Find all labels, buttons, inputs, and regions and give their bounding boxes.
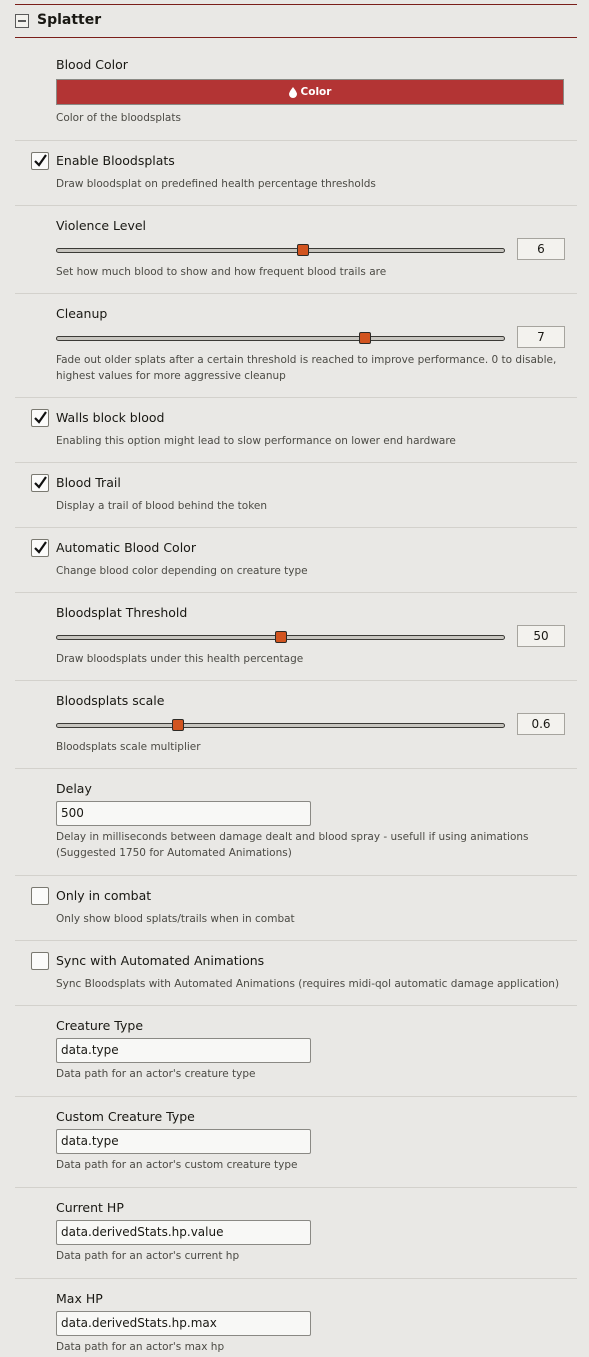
blood-trail-checkbox[interactable] <box>31 474 49 492</box>
setting-hint: Display a trail of blood behind the toke… <box>56 500 268 512</box>
setting-label: Max HP <box>56 1291 103 1306</box>
violence-level-slider[interactable] <box>56 244 505 256</box>
max-hp-input[interactable]: data.derivedStats.hp.max <box>56 1311 311 1336</box>
checkmark-icon <box>34 476 47 489</box>
color-button-label: Color <box>300 86 332 98</box>
top-divider <box>15 4 577 5</box>
creature-type-input[interactable]: data.type <box>56 1038 311 1063</box>
delay-input[interactable]: 500 <box>56 801 311 826</box>
current-hp-input[interactable]: data.derivedStats.hp.value <box>56 1220 311 1245</box>
setting-max-hp: Max HP data.derivedStats.hp.max Data pat… <box>15 1279 577 1357</box>
setting-hint: Data path for an actor's creature type <box>56 1068 256 1080</box>
automatic-blood-color-checkbox[interactable] <box>31 539 49 557</box>
setting-label: Bloodsplat Threshold <box>56 605 188 620</box>
blood-color-button[interactable]: Color <box>56 79 564 105</box>
setting-walls-block-blood: Walls block blood Enabling this option m… <box>15 398 577 463</box>
setting-label: Walls block blood <box>56 410 165 425</box>
slider-thumb[interactable] <box>171 719 184 731</box>
setting-hint: Draw bloodsplat on predefined health per… <box>56 178 376 190</box>
setting-violence-level: Violence Level 6 Set how much blood to s… <box>15 206 577 294</box>
slider-thumb[interactable] <box>274 631 287 643</box>
cleanup-value[interactable]: 7 <box>517 326 565 348</box>
slider-thumb[interactable] <box>359 332 372 344</box>
setting-label: Enable Bloodsplats <box>56 153 175 168</box>
enable-bloodsplats-checkbox[interactable] <box>31 152 49 170</box>
setting-label: Creature Type <box>56 1018 144 1033</box>
setting-enable-bloodsplats: Enable Bloodsplats Draw bloodsplat on pr… <box>15 141 577 206</box>
bloodsplats-scale-value[interactable]: 0.6 <box>517 713 565 735</box>
setting-hint: Fade out older splats after a certain th… <box>56 354 557 382</box>
checkmark-icon <box>34 541 47 554</box>
setting-label: Blood Color <box>56 57 128 72</box>
droplet-icon <box>288 86 297 98</box>
setting-hint: Data path for an actor's current hp <box>56 1250 240 1262</box>
setting-sync-automated-animations: Sync with Automated Animations Sync Bloo… <box>15 941 577 1006</box>
setting-bloodsplat-threshold: Bloodsplat Threshold 50 Draw bloodsplats… <box>15 593 577 681</box>
only-in-combat-checkbox[interactable] <box>31 887 49 905</box>
setting-bloodsplats-scale: Bloodsplats scale 0.6 Bloodsplats scale … <box>15 681 577 769</box>
violence-level-value[interactable]: 6 <box>517 238 565 260</box>
setting-automatic-blood-color: Automatic Blood Color Change blood color… <box>15 528 577 593</box>
setting-hint: Delay in milliseconds between damage dea… <box>56 831 529 859</box>
setting-label: Cleanup <box>56 306 108 321</box>
setting-hint: Data path for an actor's custom creature… <box>56 1159 298 1171</box>
setting-hint: Enabling this option might lead to slow … <box>56 435 456 447</box>
bloodsplat-threshold-slider[interactable] <box>56 631 505 643</box>
setting-delay: Delay 500 Delay in milliseconds between … <box>15 769 577 876</box>
setting-hint: Color of the bloodsplats <box>56 112 181 124</box>
setting-label: Delay <box>56 781 92 796</box>
cleanup-slider[interactable] <box>56 332 505 344</box>
collapse-icon[interactable] <box>15 14 29 28</box>
sync-automated-animations-checkbox[interactable] <box>31 952 49 970</box>
setting-label: Only in combat <box>56 888 152 903</box>
setting-label: Blood Trail <box>56 475 121 490</box>
setting-hint: Draw bloodsplats under this health perce… <box>56 653 304 665</box>
setting-hint: Data path for an actor's max hp <box>56 1341 225 1353</box>
setting-label: Bloodsplats scale <box>56 693 165 708</box>
setting-current-hp: Current HP data.derivedStats.hp.value Da… <box>15 1188 577 1279</box>
setting-hint: Change blood color depending on creature… <box>56 565 308 577</box>
section-title: Splatter <box>37 12 102 28</box>
setting-hint: Set how much blood to show and how frequ… <box>56 266 387 278</box>
setting-cleanup: Cleanup 7 Fade out older splats after a … <box>15 294 577 398</box>
custom-creature-type-input[interactable]: data.type <box>56 1129 311 1154</box>
setting-label: Current HP <box>56 1200 124 1215</box>
setting-blood-trail: Blood Trail Display a trail of blood beh… <box>15 463 577 528</box>
slider-thumb[interactable] <box>296 244 309 256</box>
walls-block-blood-checkbox[interactable] <box>31 409 49 427</box>
setting-hint: Only show blood splats/trails when in co… <box>56 913 295 925</box>
setting-label: Automatic Blood Color <box>56 540 196 555</box>
setting-label: Violence Level <box>56 218 147 233</box>
setting-label: Sync with Automated Animations <box>56 953 265 968</box>
setting-blood-color: Blood Color Color Color of the bloodspla… <box>15 38 577 141</box>
setting-label: Custom Creature Type <box>56 1109 195 1124</box>
setting-hint: Sync Bloodsplats with Automated Animatio… <box>56 978 560 990</box>
setting-creature-type: Creature Type data.type Data path for an… <box>15 1006 577 1097</box>
setting-custom-creature-type: Custom Creature Type data.type Data path… <box>15 1097 577 1188</box>
bloodsplat-threshold-value[interactable]: 50 <box>517 625 565 647</box>
setting-only-in-combat: Only in combat Only show blood splats/tr… <box>15 876 577 941</box>
bloodsplats-scale-slider[interactable] <box>56 719 505 731</box>
checkmark-icon <box>34 411 47 424</box>
checkmark-icon <box>34 154 47 167</box>
section-header[interactable]: Splatter <box>15 10 577 38</box>
setting-hint: Bloodsplats scale multiplier <box>56 741 201 753</box>
